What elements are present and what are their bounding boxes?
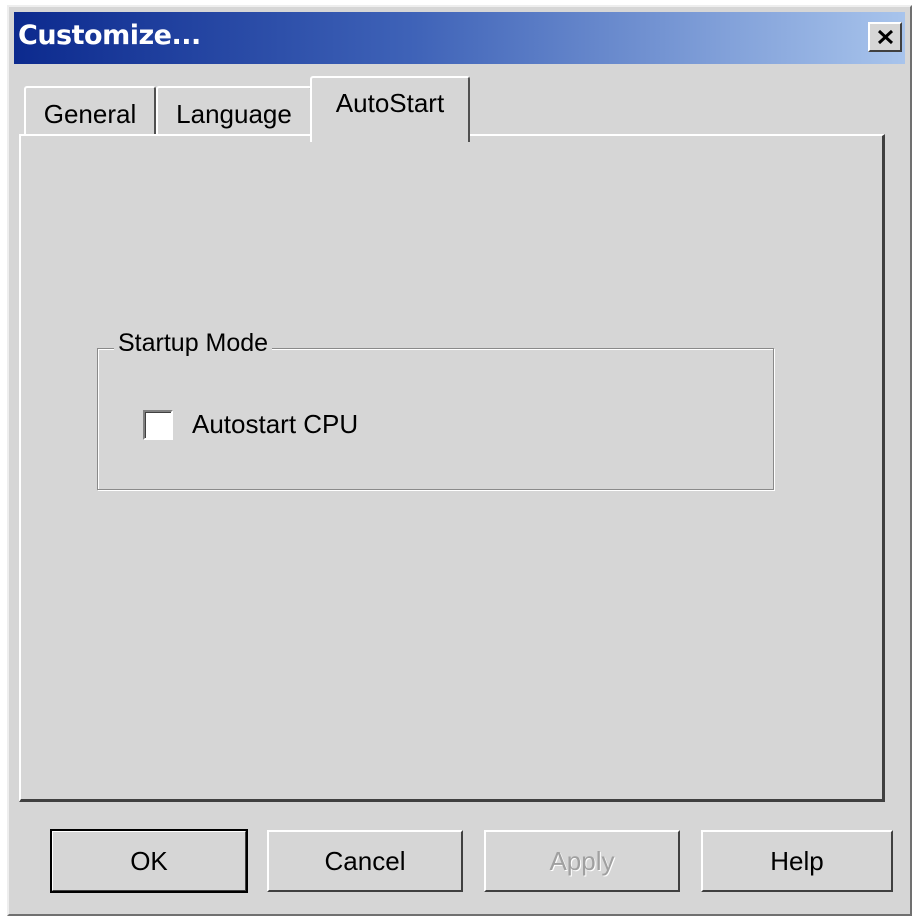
cancel-button-label: Cancel [324, 845, 406, 876]
help-button-label: Help [770, 845, 824, 876]
ok-button-label: OK [130, 845, 168, 876]
apply-button-label: Apply [549, 845, 615, 876]
tab-language[interactable]: Language [156, 86, 312, 140]
ok-button[interactable]: OK [50, 829, 248, 893]
help-button[interactable]: Help [701, 830, 893, 892]
autostart-cpu-checkbox[interactable] [143, 410, 173, 440]
cancel-button[interactable]: Cancel [267, 830, 463, 892]
startup-mode-groupbox: Startup Mode Autostart CPU [97, 329, 774, 490]
tab-general[interactable]: General [24, 86, 156, 140]
title-bar[interactable]: Customize... [14, 12, 905, 64]
close-button[interactable] [868, 22, 902, 52]
close-icon [877, 29, 894, 45]
apply-button[interactable]: Apply [484, 830, 680, 892]
tab-autostart[interactable]: AutoStart [310, 76, 470, 142]
autostart-tab-panel: Startup Mode Autostart CPU [19, 134, 885, 802]
autostart-cpu-label[interactable]: Autostart CPU [192, 409, 358, 440]
startup-mode-label: Startup Mode [114, 329, 273, 358]
window-title: Customize... [18, 20, 201, 51]
